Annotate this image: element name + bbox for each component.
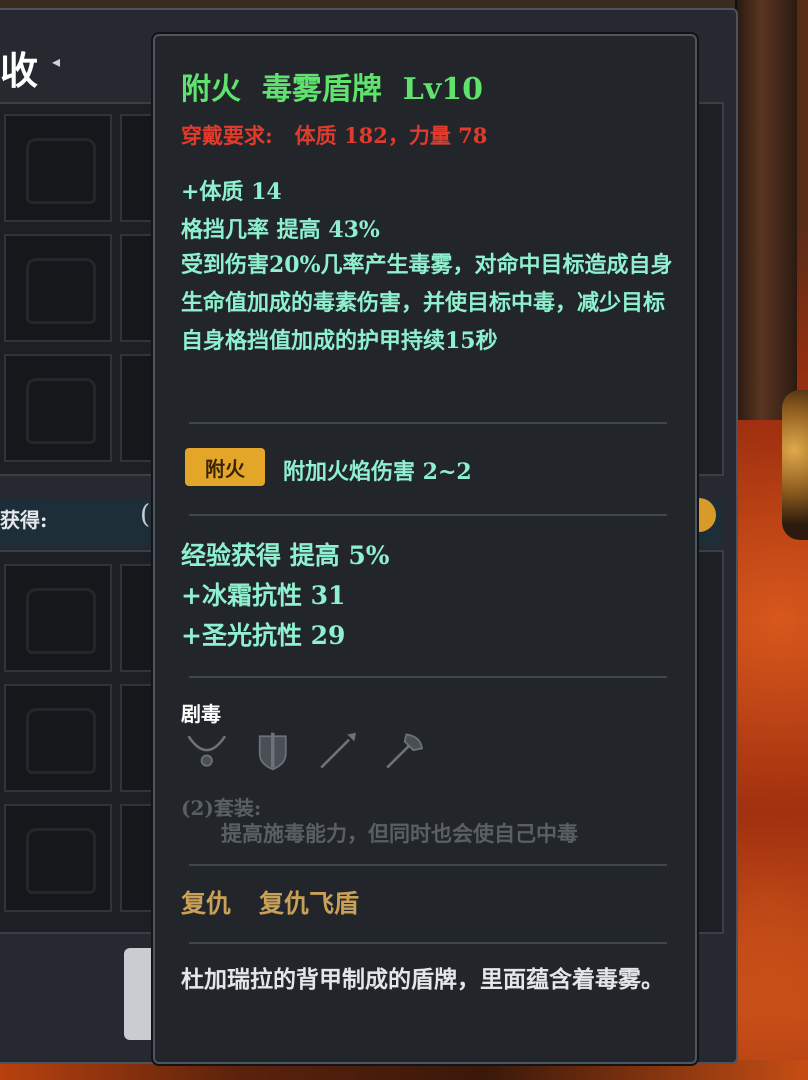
- axe-icon: [385, 733, 423, 769]
- flavor-text: 杜加瑞拉的背甲制成的盾牌，里面蕴含着毒雾。: [181, 966, 664, 993]
- bonus-stat: +冰霜抗性 31: [181, 581, 346, 610]
- gain-value: (: [140, 500, 151, 530]
- skill-name: 复仇飞盾: [259, 889, 360, 918]
- skill-list: 复仇 复仇飞盾: [181, 884, 359, 920]
- shield-icon: [258, 732, 287, 771]
- spear-icon: [320, 732, 357, 769]
- necklace-icon: [187, 735, 227, 767]
- divider: [189, 676, 667, 678]
- inventory-slot[interactable]: [4, 684, 112, 792]
- set-count: (2)套装:: [181, 796, 262, 820]
- divider: [189, 422, 667, 424]
- inventory-slot[interactable]: [4, 354, 112, 462]
- divider: [189, 514, 667, 516]
- set-pieces: [185, 726, 425, 778]
- stat-line: 格挡几率 提高 43%: [181, 217, 380, 243]
- inventory-slot[interactable]: [4, 564, 112, 672]
- divider: [189, 942, 667, 944]
- item-title: 附火 毒雾盾牌 Lv10: [181, 72, 484, 107]
- equip-requirement: 穿戴要求: 体质 182，力量 78: [181, 123, 488, 148]
- panel-title: 收: [0, 48, 39, 93]
- skill-name: 复仇: [181, 889, 232, 918]
- inventory-slot[interactable]: [4, 804, 112, 912]
- stat-line: +体质 14: [181, 179, 282, 205]
- divider: [189, 864, 667, 866]
- set-effect: 提高施毒能力，但同时也会使自己中毒: [221, 821, 578, 846]
- bonus-stat: +圣光抗性 29: [181, 621, 346, 650]
- inventory-slot[interactable]: [4, 114, 112, 222]
- enchant-badge: 附火: [185, 448, 265, 486]
- background-pillar: [735, 0, 797, 420]
- background-character: [782, 390, 808, 540]
- item-tooltip: 附火 毒雾盾牌 Lv10 穿戴要求: 体质 182，力量 78 +体质 14 格…: [153, 34, 697, 1064]
- enchant-text: 附加火焰伤害 2~2: [283, 459, 472, 485]
- special-effect: 受到伤害20%几率产生毒雾，对命中目标造成自身生命值加成的毒素伤害，并使目标中毒…: [181, 252, 673, 354]
- inventory-slot[interactable]: [4, 234, 112, 342]
- bonus-stat: 经验获得 提高 5%: [181, 541, 390, 570]
- title-dropdown-icon[interactable]: ◂: [52, 54, 64, 70]
- set-name: 剧毒: [181, 702, 221, 726]
- gain-label: 获得:: [0, 508, 48, 532]
